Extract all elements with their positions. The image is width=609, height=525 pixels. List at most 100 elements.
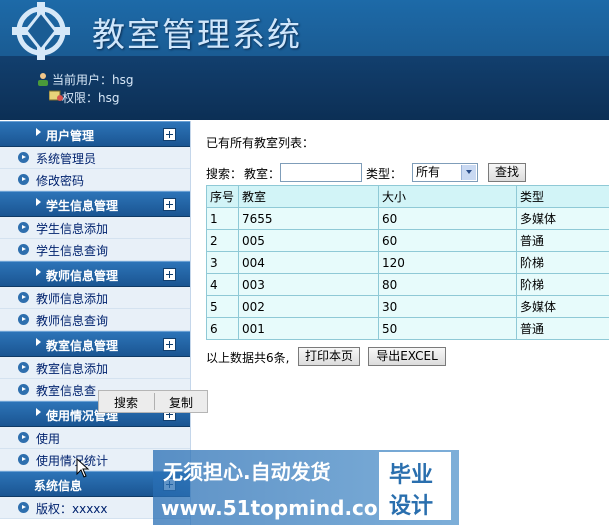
column-header: 教室 bbox=[238, 185, 379, 208]
table-cell: 阶梯 bbox=[516, 273, 609, 296]
table-row: 2 005 60 普通 bbox=[206, 229, 609, 252]
bullet-icon bbox=[18, 244, 29, 255]
context-menu: 搜索 复制 bbox=[98, 390, 208, 413]
context-menu-copy[interactable]: 复制 bbox=[169, 394, 193, 411]
table-row: 4 003 80 阶梯 bbox=[206, 273, 609, 296]
mouse-cursor-icon bbox=[76, 458, 90, 478]
sidebar-item-label: 教师信息添加 bbox=[36, 292, 109, 306]
sidebar-item-teacher-add[interactable]: 教师信息添加 bbox=[0, 287, 190, 309]
bullet-icon bbox=[18, 502, 29, 513]
arrow-right-icon bbox=[36, 408, 41, 416]
sidebar-item-label: 学生信息添加 bbox=[36, 222, 109, 236]
bullet-icon bbox=[18, 174, 29, 185]
bullet-icon bbox=[18, 292, 29, 303]
sidebar-group-label: 系统信息 bbox=[34, 479, 83, 493]
expand-plus-icon[interactable] bbox=[163, 128, 176, 141]
table-cell: 2 bbox=[206, 229, 239, 252]
table-cell: 1 bbox=[206, 207, 239, 230]
sidebar-item-teacher-query[interactable]: 教师信息查询 bbox=[0, 309, 190, 331]
table-cell: 多媒体 bbox=[516, 295, 609, 318]
arrow-right-icon bbox=[36, 128, 41, 136]
app-header: 教室管理系统 当前用户：hsg 权限：hsg bbox=[0, 0, 609, 120]
sidebar-group-label: 教师信息管理 bbox=[46, 269, 119, 283]
current-user-info: 当前用户：hsg bbox=[36, 71, 134, 88]
table-cell: 30 bbox=[378, 295, 517, 318]
current-user-label: 当前用户： bbox=[52, 73, 113, 87]
table-cell: 50 bbox=[378, 317, 517, 340]
header-band bbox=[0, 56, 609, 120]
table-cell: 004 bbox=[238, 251, 379, 274]
expand-plus-icon[interactable] bbox=[163, 338, 176, 351]
arrow-right-icon bbox=[36, 198, 41, 206]
compass-logo-icon bbox=[12, 2, 70, 60]
find-button[interactable]: 查找 bbox=[488, 163, 526, 182]
table-cell: 7655 bbox=[238, 207, 379, 230]
column-header: 序号 bbox=[206, 185, 239, 208]
export-excel-button[interactable]: 导出EXCEL bbox=[368, 347, 446, 366]
classroom-table: 序号 教室 大小 类型 1 7655 60 多媒体 2 005 60 普通 3 … bbox=[206, 185, 609, 340]
sidebar-group-teacher[interactable]: 教师信息管理 bbox=[0, 261, 190, 287]
sidebar-group-classroom[interactable]: 教室信息管理 bbox=[0, 331, 190, 357]
table-cell: 60 bbox=[378, 229, 517, 252]
table-cell: 003 bbox=[238, 273, 379, 296]
table-cell: 4 bbox=[206, 273, 239, 296]
watermark-url: www.51topmind.com bbox=[161, 496, 399, 520]
table-cell: 普通 bbox=[516, 317, 609, 340]
print-button[interactable]: 打印本页 bbox=[298, 347, 360, 366]
bullet-icon bbox=[18, 152, 29, 163]
room-search-input[interactable] bbox=[280, 163, 362, 182]
sidebar-item-label: 使用 bbox=[36, 432, 61, 446]
table-row: 5 002 30 多媒体 bbox=[206, 295, 609, 318]
bullet-icon bbox=[18, 432, 29, 443]
sidebar-item-change-password[interactable]: 修改密码 bbox=[0, 169, 190, 191]
search-label: 搜索： bbox=[206, 167, 243, 181]
table-cell: 005 bbox=[238, 229, 379, 252]
search-bar: 搜索： 教室： 类型： 所有 查找 bbox=[206, 163, 609, 183]
context-menu-search[interactable]: 搜索 bbox=[114, 394, 138, 411]
permission-info: 权限：hsg bbox=[48, 89, 120, 106]
chevron-down-icon[interactable] bbox=[461, 165, 476, 180]
table-row: 6 001 50 普通 bbox=[206, 317, 609, 340]
permission-value: hsg bbox=[98, 91, 120, 105]
table-header-row: 序号 教室 大小 类型 bbox=[206, 185, 609, 208]
table-cell: 120 bbox=[378, 251, 517, 274]
type-select-value: 所有 bbox=[416, 165, 441, 179]
table-cell: 多媒体 bbox=[516, 207, 609, 230]
expand-plus-icon[interactable] bbox=[163, 198, 176, 211]
table-cell: 3 bbox=[206, 251, 239, 274]
app-title: 教室管理系统 bbox=[92, 15, 302, 54]
list-title: 已有所有教室列表： bbox=[206, 136, 315, 150]
bullet-icon bbox=[18, 454, 29, 465]
watermark-badge-line1: 毕业 bbox=[389, 463, 434, 488]
sidebar-item-classroom-add[interactable]: 教室信息添加 bbox=[0, 357, 190, 379]
current-user-value: hsg bbox=[112, 73, 134, 87]
column-header: 类型 bbox=[516, 185, 609, 208]
arrow-right-icon bbox=[36, 268, 41, 276]
expand-plus-icon[interactable] bbox=[163, 268, 176, 281]
sidebar-item-label: 版权：xxxxx bbox=[36, 502, 108, 516]
table-cell: 阶梯 bbox=[516, 251, 609, 274]
sidebar-group-user[interactable]: 用户管理 bbox=[0, 121, 190, 147]
sidebar-group-label: 用户管理 bbox=[46, 129, 95, 143]
sidebar-group-student[interactable]: 学生信息管理 bbox=[0, 191, 190, 217]
sidebar-item-label: 修改密码 bbox=[36, 174, 85, 188]
watermark-banner: 无须担心.自动发货 www.51topmind.com 毕业 设计 bbox=[153, 450, 459, 525]
permission-label: 权限： bbox=[62, 91, 99, 105]
sidebar-item-usage[interactable]: 使用 bbox=[0, 427, 190, 449]
bullet-icon bbox=[18, 222, 29, 233]
table-cell: 60 bbox=[378, 207, 517, 230]
sidebar-item-label: 教室信息查 bbox=[36, 384, 97, 398]
room-label: 教室： bbox=[244, 167, 281, 181]
table-cell: 普通 bbox=[516, 229, 609, 252]
sidebar-item-label: 使用情况统计 bbox=[36, 454, 109, 468]
type-label: 类型： bbox=[366, 167, 403, 181]
bullet-icon bbox=[18, 314, 29, 325]
context-menu-separator bbox=[154, 393, 155, 410]
sidebar-item-student-query[interactable]: 学生信息查询 bbox=[0, 239, 190, 261]
sidebar-item-label: 教师信息查询 bbox=[36, 314, 109, 328]
type-select[interactable]: 所有 bbox=[412, 163, 478, 182]
sidebar-item-admin[interactable]: 系统管理员 bbox=[0, 147, 190, 169]
sidebar-item-label: 系统管理员 bbox=[36, 152, 97, 166]
sidebar-item-student-add[interactable]: 学生信息添加 bbox=[0, 217, 190, 239]
table-cell: 6 bbox=[206, 317, 239, 340]
